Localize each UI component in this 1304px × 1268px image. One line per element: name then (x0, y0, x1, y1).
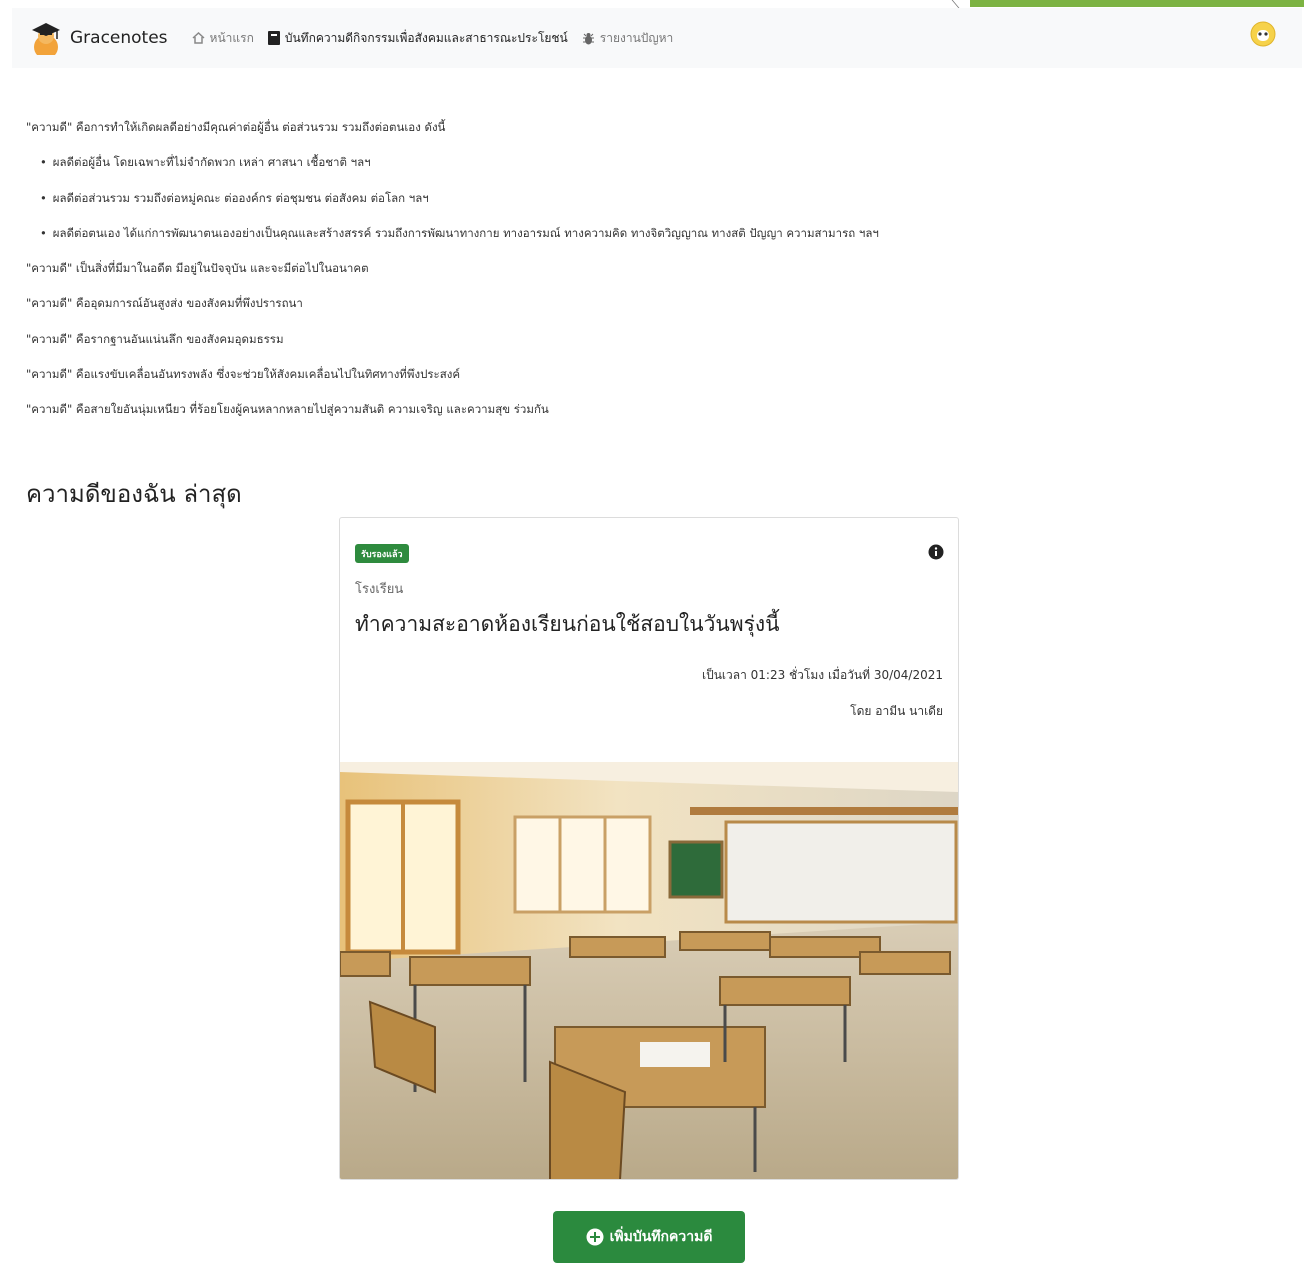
intro-bullet: ผลดีต่อตนเอง ได้แก่การพัฒนาตนเองอย่างเป็… (26, 216, 1286, 251)
nav-item-label: หน้าแรก (209, 30, 254, 45)
add-good-deed-button[interactable]: เพิ่มบันทึกความดี (553, 1211, 745, 1263)
good-deed-card[interactable]: รับรองแล้ว โรงเรียน ทำความสะอาดห้องเรียน… (339, 517, 959, 1180)
graduate-logo-icon (30, 21, 62, 59)
brand[interactable]: Gracenotes (30, 21, 168, 59)
nav-item-label: รายงานปัญหา (599, 30, 674, 45)
info-icon[interactable] (928, 544, 944, 560)
nav-item-good-deeds[interactable]: บันทึกความดีกิจกรรมเพื่อสังคมและสาธารณะป… (267, 29, 568, 48)
intro-line: "ความดี" คือรากฐานอันแน่นลึก ของสังคมอุด… (26, 331, 284, 346)
home-icon (192, 32, 205, 44)
card-author: โดย อามีน นาเดีย (850, 704, 943, 718)
intro-line: "ความดี" คือสายใยอันนุ่มเหนียว ที่ร้อยโย… (26, 402, 549, 417)
intro-bullet: ผลดีต่อผู้อื่น โดยเฉพาะที่ไม่จำกัดพวก เห… (26, 145, 1286, 180)
intro-bullet: ผลดีต่อส่วนรวม รวมถึงต่อหมู่คณะ ต่อองค์ก… (26, 181, 1286, 216)
add-good-deed-label: เพิ่มบันทึกความดี (609, 1229, 713, 1245)
top-accent-line (0, 0, 1304, 8)
section-title: ความดีของฉัน ล่าสุด (26, 480, 242, 508)
plus-circle-icon (586, 1228, 604, 1246)
book-icon (267, 31, 280, 45)
nav-item-home[interactable]: หน้าแรก (192, 29, 254, 48)
status-badge: รับรองแล้ว (355, 544, 409, 563)
nav-item-label: บันทึกความดีกิจกรรมเพื่อสังคมและสาธารณะป… (284, 30, 568, 45)
intro-line: "ความดี" คืออุดมการณ์อันสูงส่ง ของสังคมท… (26, 296, 303, 311)
good-deed-definition: "ความดี" คือการทำให้เกิดผลดีอย่างมีคุณค่… (26, 110, 1286, 428)
classroom-photo (340, 762, 958, 1179)
intro-line: "ความดี" คือการทำให้เกิดผลดีอย่างมีคุณค่… (26, 120, 446, 134)
intro-line: "ความดี" เป็นสิ่งที่มีมาในอดีต มีอยู่ในป… (26, 261, 369, 276)
bug-icon (582, 32, 595, 45)
brand-name: Gracenotes (70, 28, 168, 48)
intro-line: "ความดี" คือแรงขับเคลื่อนอันทรงพลัง ซึ่ง… (26, 367, 461, 382)
navbar: Gracenotes หน้าแรก บันทึกความดีกิจกรรมเพ… (12, 8, 1302, 68)
card-title: ทำความสะอาดห้องเรียนก่อนใช้สอบในวันพรุ่ง… (355, 612, 780, 636)
nav-item-report-issue[interactable]: รายงานปัญหา (582, 29, 674, 48)
card-duration-date: เป็นเวลา 01:23 ชั่วโมง เมื่อวันที่ 30/04… (701, 668, 943, 682)
top-accent-bar (970, 0, 1304, 7)
user-avatar-icon[interactable] (1250, 21, 1276, 47)
card-category: โรงเรียน (355, 582, 404, 597)
